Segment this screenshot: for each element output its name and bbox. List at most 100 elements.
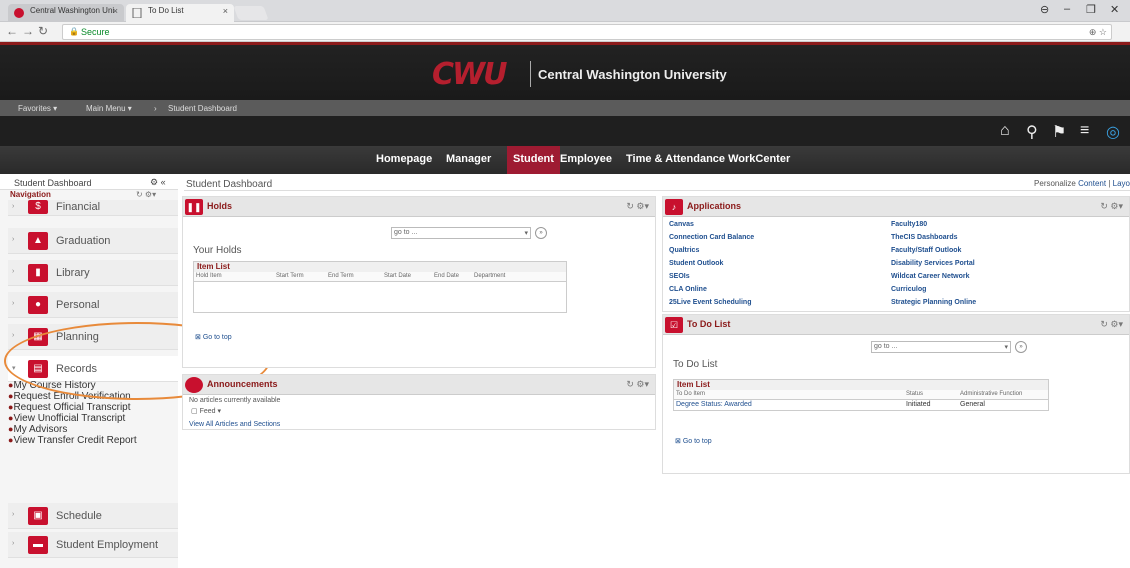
holds-grid-header: Hold Item Start Term End Term Start Date…	[194, 272, 566, 282]
goto-select[interactable]: go to ... ▾	[871, 341, 1011, 353]
sidebar-title: Student Dashboard	[14, 178, 92, 188]
cwu-logo[interactable]: CWU	[432, 57, 507, 92]
minimize-icon[interactable]: –	[1064, 3, 1070, 15]
navbar-icon[interactable]: ◎	[1106, 122, 1120, 142]
chevron-right-icon: ›	[12, 236, 15, 243]
lock-icon: 🔒	[69, 27, 79, 36]
search-icon[interactable]: ⚲	[1026, 122, 1038, 142]
favorites-menu[interactable]: Favorites ▾	[18, 104, 57, 113]
tab-todo[interactable]: To Do List ×	[126, 4, 234, 22]
tab-homepage[interactable]: Homepage	[376, 153, 432, 165]
address-bar: ← → ↻ 🔒 Secure ⊕ ☆	[0, 22, 1130, 42]
chevron-right-icon: ›	[12, 268, 15, 275]
tab-student[interactable]: Student	[507, 146, 560, 174]
sidebar-item-label: Graduation	[56, 235, 111, 247]
submenu-item-unofficial-transcript[interactable]: ●View Unofficial Transcript	[8, 413, 178, 424]
home-icon[interactable]: ⌂	[1000, 122, 1010, 140]
close-icon[interactable]: ×	[223, 6, 228, 16]
sidebar-item-schedule[interactable]: › ▣ Schedule	[8, 503, 178, 529]
submenu-item-transfer-credit[interactable]: ●View Transfer Credit Report	[8, 435, 178, 446]
menu-icon[interactable]: ≡	[1080, 122, 1089, 140]
app-link-student-outlook[interactable]: Student Outlook	[669, 260, 723, 267]
holds-header: ❚❚ Holds ↻ ⚙▾	[183, 197, 655, 217]
sidebar-item-student-employment[interactable]: › ▬ Student Employment	[8, 532, 178, 558]
personalize-layout-link[interactable]: Layo	[1113, 179, 1130, 188]
refresh-settings-icon[interactable]: ↻ ⚙▾	[626, 201, 649, 212]
item-list-title: Item List	[194, 262, 566, 272]
view-all-articles-link[interactable]: View All Articles and Sections	[189, 421, 280, 428]
app-link-25live[interactable]: 25Live Event Scheduling	[669, 299, 751, 306]
holds-go-to-top-link[interactable]: ⊠ Go to top	[195, 333, 232, 341]
sidebar-item-graduation[interactable]: › ▲ Graduation	[8, 228, 178, 254]
profile-icon[interactable]: ⊖	[1040, 3, 1049, 16]
applications-header: ♪ Applications ↻ ⚙▾	[663, 197, 1129, 217]
app-link-qualtrics[interactable]: Qualtrics	[669, 247, 699, 254]
app-link-strategic-planning[interactable]: Strategic Planning Online	[891, 299, 976, 306]
tab-title: Central Washington Uni	[30, 6, 115, 15]
feed-dropdown[interactable]: ▢ Feed ▾	[191, 407, 221, 415]
gear-icon[interactable]: ⚙ «	[150, 177, 166, 188]
chevron-right-icon: ›	[12, 203, 15, 210]
personalize-label: Personalize	[1034, 179, 1076, 188]
tab-employee[interactable]: Employee	[560, 153, 612, 165]
todo-item-link[interactable]: Degree Status: Awarded	[676, 401, 752, 408]
personalize-content-link[interactable]: Content	[1078, 179, 1106, 188]
chevron-right-icon: ›	[12, 511, 15, 518]
sidebar-item-financial[interactable]: › $ Financial	[8, 200, 178, 216]
close-icon[interactable]: ×	[113, 6, 118, 16]
calendar-icon: ▣	[28, 507, 48, 525]
app-link-disability-services[interactable]: Disability Services Portal	[891, 260, 975, 267]
close-window-icon[interactable]: ✕	[1110, 3, 1119, 16]
zoom-star-icons[interactable]: ⊕ ☆	[1089, 27, 1107, 38]
url-input[interactable]: 🔒 Secure ⊕ ☆	[62, 24, 1112, 40]
submenu-item-advisors[interactable]: ●My Advisors	[8, 424, 178, 435]
goto-select[interactable]: go to ... ▾	[391, 227, 531, 239]
app-link-connection-card[interactable]: Connection Card Balance	[669, 234, 754, 241]
tab-time-attendance[interactable]: Time & Attendance WorkCenter	[626, 153, 790, 165]
app-link-seois[interactable]: SEOIs	[669, 273, 690, 280]
todo-panel: ☑ To Do List ↻ ⚙▾ go to ... ▾ » To Do Lis…	[662, 314, 1130, 474]
app-link-wildcat-career[interactable]: Wildcat Career Network	[891, 273, 970, 280]
new-tab-button[interactable]	[233, 6, 269, 20]
main-menu[interactable]: Main Menu ▾	[86, 104, 132, 113]
refresh-settings-icon[interactable]: ↻ ⚙▾	[136, 190, 156, 199]
app-link-cla-online[interactable]: CLA Online	[669, 286, 707, 293]
goto-button[interactable]: »	[1015, 341, 1027, 353]
tab-manager[interactable]: Manager	[446, 153, 491, 165]
university-banner: CWU Central Washington University	[0, 42, 1130, 100]
chevron-right-icon: ›	[12, 300, 15, 307]
university-name: Central Washington University	[538, 67, 727, 82]
flag-icon[interactable]: ⚑	[1052, 122, 1066, 142]
goto-button[interactable]: »	[535, 227, 547, 239]
todo-grid: Item List To Do Item Status Administrati…	[673, 379, 1049, 411]
restore-icon[interactable]: ❐	[1086, 3, 1096, 16]
forward-icon[interactable]: →	[22, 24, 34, 38]
applications-icon: ♪	[665, 199, 683, 215]
sidebar-item-label: Financial	[56, 201, 101, 213]
no-articles-text: No articles currently available	[189, 397, 281, 404]
back-icon[interactable]: ←	[6, 24, 18, 38]
app-link-faculty-outlook[interactable]: Faculty/Staff Outlook	[891, 247, 961, 254]
app-link-canvas[interactable]: Canvas	[669, 221, 694, 228]
refresh-settings-icon[interactable]: ↻ ⚙▾	[1100, 319, 1123, 330]
speech-bubble-icon	[185, 377, 203, 393]
tab-cwu[interactable]: Central Washington Uni ×	[8, 4, 124, 22]
sidebar-item-personal[interactable]: › ● Personal	[8, 292, 178, 318]
refresh-settings-icon[interactable]: ↻ ⚙▾	[626, 379, 649, 390]
app-link-thecis[interactable]: TheCIS Dashboards	[891, 234, 958, 241]
chevron-right-icon: ›	[12, 332, 15, 339]
your-holds-title: Your Holds	[193, 245, 242, 256]
secure-label: Secure	[81, 27, 110, 37]
reload-icon[interactable]: ↻	[38, 24, 48, 38]
app-link-curriculog[interactable]: Curriculog	[891, 286, 926, 293]
breadcrumb-current[interactable]: Student Dashboard	[168, 104, 237, 113]
todo-go-to-top-link[interactable]: ⊠ Go to top	[675, 437, 712, 445]
refresh-settings-icon[interactable]: ↻ ⚙▾	[1100, 201, 1123, 212]
panel-title: Holds	[207, 201, 233, 211]
submenu-item-official-transcript[interactable]: ●Request Official Transcript	[8, 402, 178, 413]
page-title: Student Dashboard	[186, 179, 273, 190]
app-link-faculty180[interactable]: Faculty180	[891, 221, 927, 228]
announcements-panel: Announcements ↻ ⚙▾ No articles currently…	[182, 374, 656, 430]
chevron-right-icon: ›	[12, 540, 15, 547]
sidebar-item-library[interactable]: › ▮ Library	[8, 260, 178, 286]
